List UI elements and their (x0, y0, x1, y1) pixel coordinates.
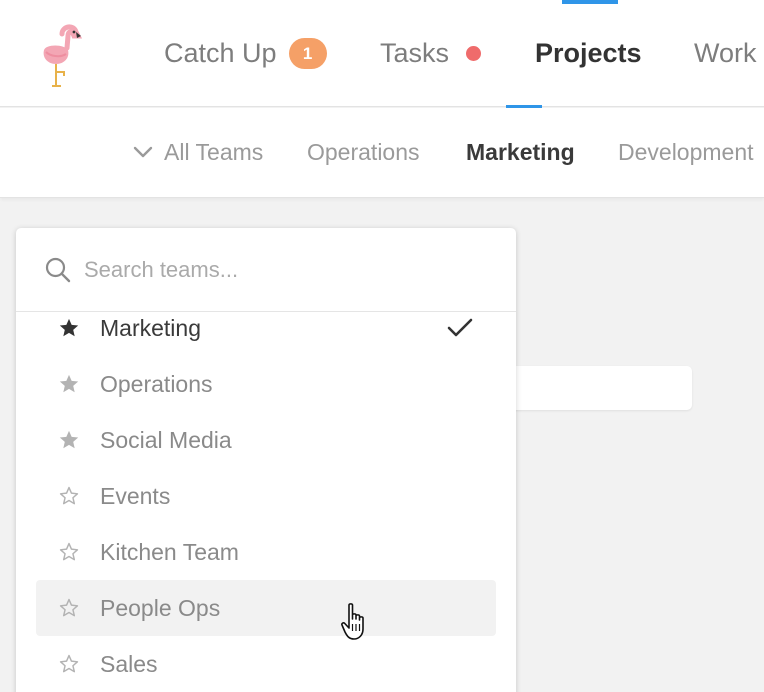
team-item-operations[interactable]: Operations (36, 356, 496, 412)
team-item-marketing[interactable]: Marketing (36, 300, 496, 356)
nav-catch-up[interactable]: Catch Up 1 (164, 0, 327, 107)
nav-catch-up-label: Catch Up (164, 38, 277, 68)
search-icon (45, 257, 71, 283)
team-item-label: People Ops (100, 594, 221, 621)
star-outline-icon[interactable] (58, 597, 80, 619)
nav-projects[interactable]: Projects (535, 0, 642, 107)
chevron-down-icon (133, 146, 153, 158)
checkmark-icon (447, 318, 473, 337)
nav-tasks[interactable]: Tasks (380, 0, 482, 107)
team-item-label: Events (100, 482, 171, 509)
tasks-notification-dot (466, 46, 482, 61)
star-outline-icon[interactable] (58, 485, 80, 507)
star-filled-icon[interactable] (58, 429, 80, 451)
tab-marketing-label: Marketing (466, 138, 575, 165)
tab-development[interactable]: Development (618, 108, 754, 196)
background-card (500, 366, 692, 410)
catch-up-count-badge: 1 (288, 38, 327, 69)
team-selector-dropdown: Marketing Operations Social Media Events (16, 228, 516, 692)
hand-pointer-cursor-icon (341, 603, 364, 640)
star-outline-icon[interactable] (58, 653, 80, 675)
tab-development-label: Development (618, 138, 754, 165)
team-item-label: Social Media (100, 426, 232, 453)
all-teams-dropdown-toggle[interactable]: All Teams (132, 108, 263, 196)
flamingo-logo-icon[interactable] (34, 20, 82, 88)
tab-marketing[interactable]: Marketing (466, 108, 575, 196)
team-item-kitchen-team[interactable]: Kitchen Team (36, 524, 496, 580)
star-filled-icon[interactable] (58, 373, 80, 395)
team-item-label: Operations (100, 370, 213, 397)
team-item-sales[interactable]: Sales (36, 636, 496, 692)
top-navigation: Catch Up 1 Tasks Projects Work (0, 0, 764, 109)
star-filled-icon[interactable] (58, 317, 80, 339)
star-outline-icon[interactable] (58, 541, 80, 563)
team-item-label: Kitchen Team (100, 538, 239, 565)
team-item-people-ops[interactable]: People Ops (36, 580, 496, 636)
nav-top-active-indicator (562, 0, 618, 4)
nav-tasks-label: Tasks (380, 38, 450, 68)
team-item-social-media[interactable]: Social Media (36, 412, 496, 468)
nav-projects-label: Projects (535, 38, 642, 68)
team-search-input[interactable] (84, 250, 484, 290)
nav-work[interactable]: Work (694, 0, 757, 107)
all-teams-label: All Teams (164, 138, 264, 165)
team-filter-bar: All Teams Operations Marketing Developme… (0, 108, 764, 198)
tab-operations-label: Operations (307, 138, 420, 165)
nav-work-label: Work (694, 38, 757, 68)
team-item-label: Sales (100, 650, 158, 677)
tab-operations[interactable]: Operations (307, 108, 420, 196)
team-item-label: Marketing (100, 314, 201, 341)
team-item-events[interactable]: Events (36, 468, 496, 524)
